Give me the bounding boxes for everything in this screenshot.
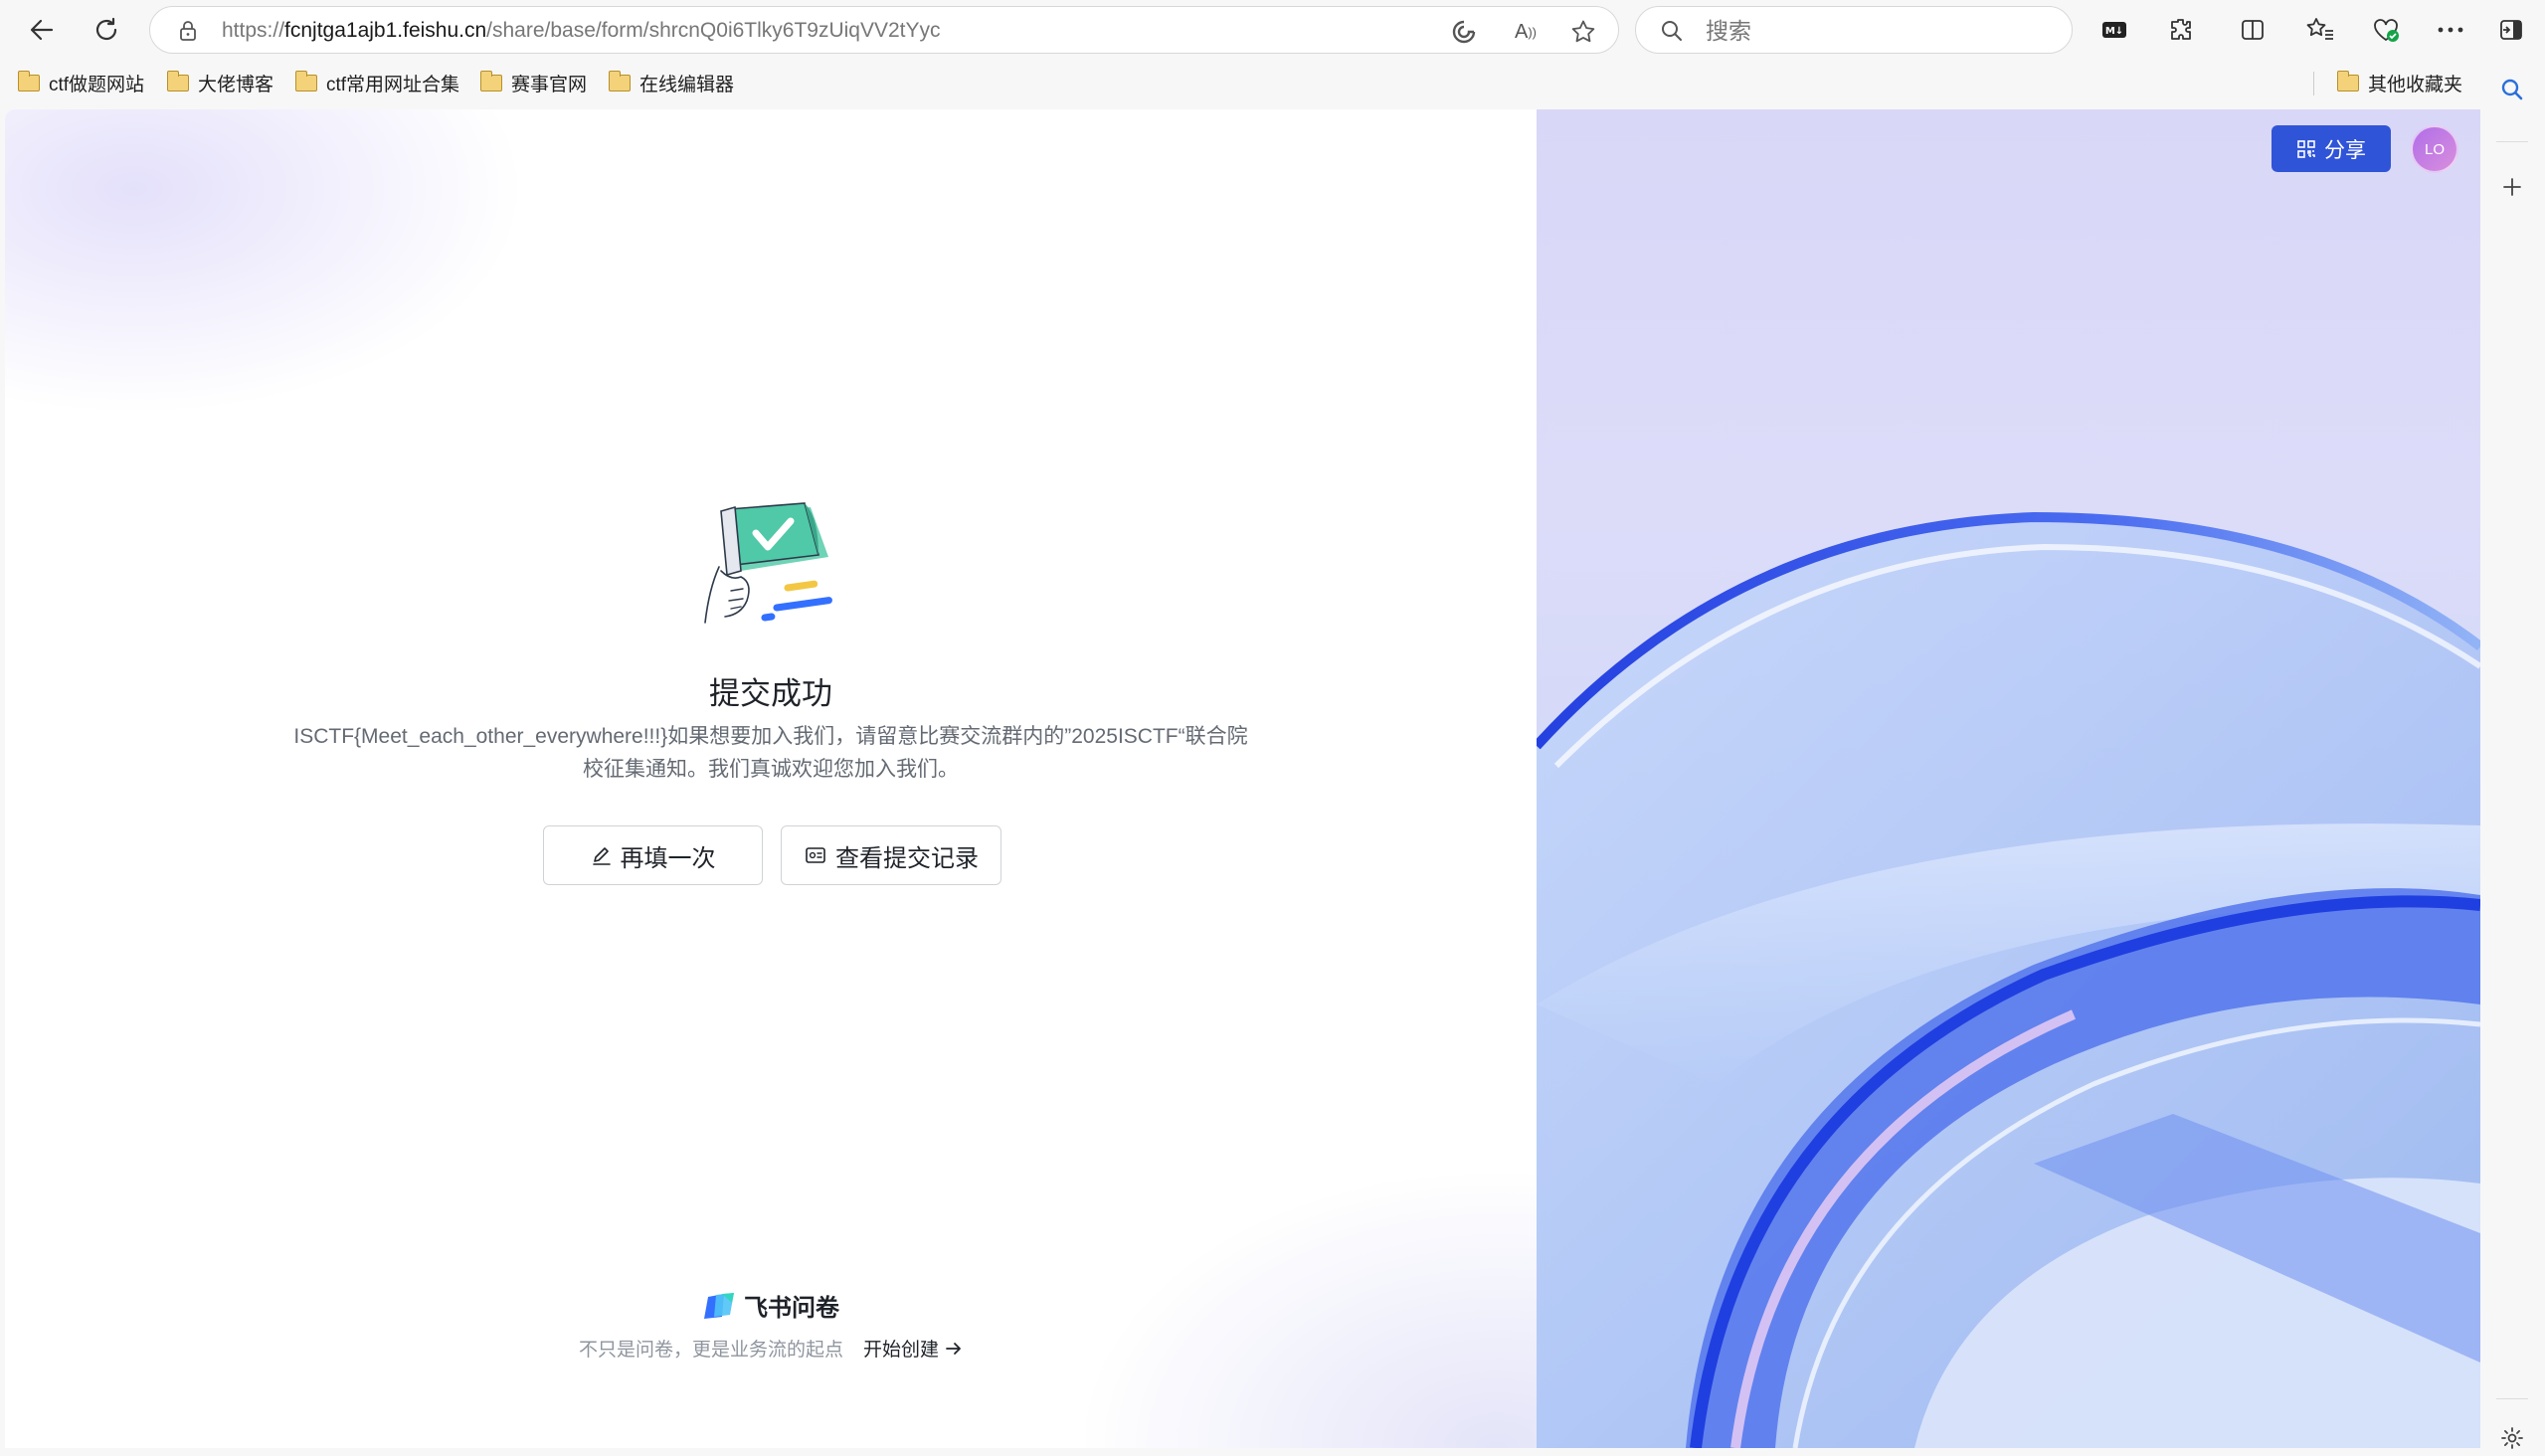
bookmark-separator <box>2313 72 2314 95</box>
add-sidebar-icon[interactable] <box>2494 169 2530 205</box>
footer-slogan: 不只是问卷，更是业务流的起点 <box>578 1340 843 1361</box>
user-avatar[interactable]: LO <box>2411 125 2458 173</box>
side-divider-bottom <box>2496 1398 2528 1399</box>
folder-icon <box>294 70 317 91</box>
bookmark-other-favorites[interactable]: 其他收藏夹 <box>2336 68 2462 97</box>
edit-pencil-icon <box>592 847 611 865</box>
submit-success-illustration-icon <box>704 502 832 624</box>
result-actions: 再填一次 查看提交记录 <box>543 825 1001 885</box>
settings-gear-icon[interactable] <box>2494 1420 2530 1456</box>
folder-icon <box>479 70 502 91</box>
refresh-button[interactable] <box>87 10 126 50</box>
bookmark-ctf-sites[interactable]: ctf做题网站 <box>17 68 144 97</box>
address-bar[interactable]: https://fcnjtga1ajb1.feishu.cn/share/bas… <box>149 6 1619 54</box>
view-records-button[interactable]: 查看提交记录 <box>781 825 1001 885</box>
decorative-background-panel <box>1537 109 2480 1448</box>
bookmark-competition[interactable]: 赛事官网 <box>479 68 587 97</box>
bookmark-online-editor[interactable]: 在线编辑器 <box>608 68 734 97</box>
back-button[interactable] <box>22 10 62 50</box>
browser-essentials-icon[interactable] <box>2368 12 2404 48</box>
translate-icon[interactable] <box>1451 19 1477 45</box>
browser-side-rail <box>2480 60 2545 1449</box>
page-viewport: 提交成功 ISCTF{Meet_each_other_everywhere!!!… <box>5 109 2480 1448</box>
folder-icon <box>166 70 189 91</box>
lock-icon[interactable] <box>176 19 200 43</box>
immersive-reader-icon[interactable]: M↓ <box>2096 12 2132 48</box>
split-screen-icon[interactable] <box>2235 12 2271 48</box>
folder-icon <box>608 70 631 91</box>
favorite-star-icon[interactable] <box>1570 19 1596 45</box>
success-message: ISCTF{Meet_each_other_everywhere!!!}如果想要… <box>293 725 1248 781</box>
search-input[interactable] <box>1706 17 2044 45</box>
feishu-survey-logo-icon <box>704 1292 734 1319</box>
abstract-glass-ribbon-image <box>1537 511 2480 1448</box>
favorites-icon[interactable] <box>2302 12 2338 48</box>
arrow-right-icon <box>946 1342 961 1355</box>
share-button[interactable]: 分享 <box>2272 125 2391 172</box>
sidebar-toggle-icon[interactable] <box>2493 12 2529 48</box>
bookmark-ctf-urls[interactable]: ctf常用网址合集 <box>294 68 459 97</box>
start-create-link[interactable]: 开始创建 <box>863 1335 963 1362</box>
form-result-panel: 提交成功 ISCTF{Meet_each_other_everywhere!!!… <box>5 109 1537 1448</box>
success-title: 提交成功 <box>709 676 832 711</box>
folder-icon <box>2336 70 2359 91</box>
footer-slogan-row: 不只是问卷，更是业务流的起点 开始创建 <box>5 1335 1537 1362</box>
more-options-icon[interactable] <box>2433 12 2468 48</box>
bookmarks-bar: ctf做题网站 大佬博客 ctf常用网址合集 赛事官网 在线编辑器 其他收藏夹 <box>0 60 2545 105</box>
qr-code-icon <box>2297 139 2315 158</box>
side-divider <box>2496 141 2528 142</box>
browser-search-bar[interactable] <box>1635 6 2073 54</box>
read-aloud-icon[interactable]: A)) <box>1513 19 1539 45</box>
feishu-survey-brand[interactable]: 飞书问卷 <box>5 1288 1537 1323</box>
refill-button[interactable]: 再填一次 <box>543 825 763 885</box>
extensions-icon[interactable] <box>2163 12 2199 48</box>
records-icon <box>806 847 825 863</box>
search-icon <box>1662 21 1682 41</box>
side-search-icon[interactable] <box>2494 72 2530 107</box>
browser-toolbar: https://fcnjtga1ajb1.feishu.cn/share/bas… <box>0 0 2545 60</box>
svg-text:M↓: M↓ <box>2105 26 2123 37</box>
bookmark-blogs[interactable]: 大佬博客 <box>166 68 273 97</box>
url-text[interactable]: https://fcnjtga1ajb1.feishu.cn/share/bas… <box>222 19 941 43</box>
arrow-left-icon <box>30 19 54 41</box>
folder-icon <box>17 70 40 91</box>
refresh-icon <box>95 17 117 41</box>
